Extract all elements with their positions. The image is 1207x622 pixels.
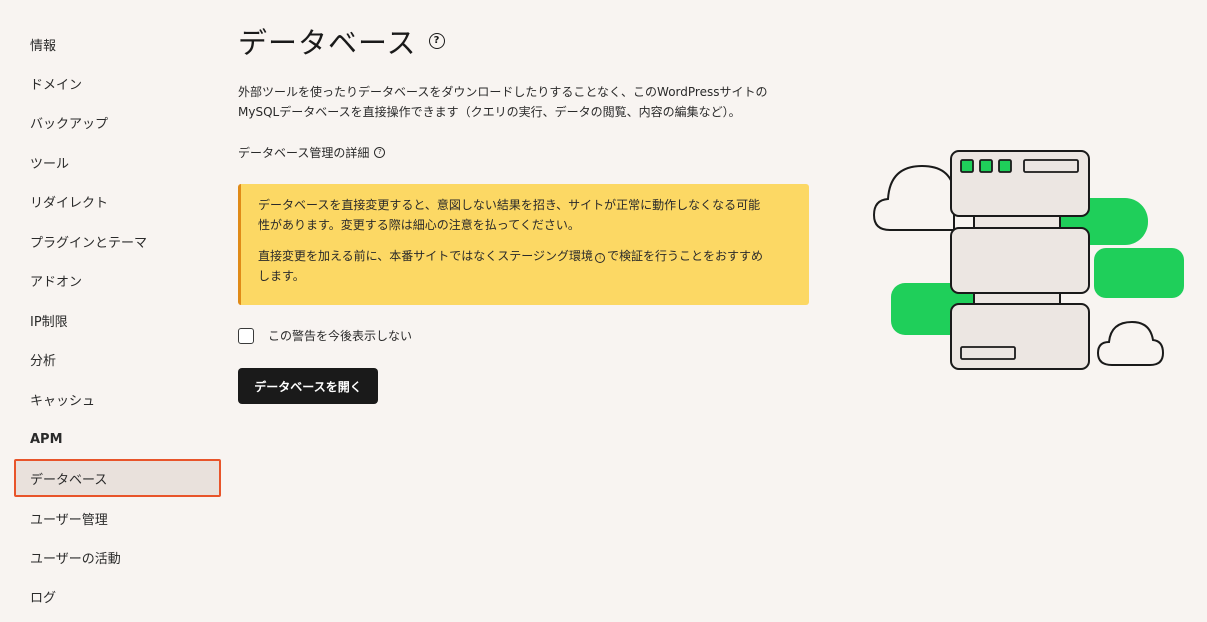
sidebar-item-backups[interactable]: バックアップ bbox=[14, 104, 221, 140]
indicator-light bbox=[960, 159, 974, 173]
sidebar-item-logs[interactable]: ログ bbox=[14, 578, 221, 614]
database-details-link[interactable]: データベース管理の詳細 ? bbox=[238, 144, 386, 161]
warning-text: します。 bbox=[258, 269, 305, 283]
sidebar-item-user-management[interactable]: ユーザー管理 bbox=[14, 500, 221, 536]
sidebar-item-tools[interactable]: ツール bbox=[14, 144, 221, 180]
sidebar-item-plugins-themes[interactable]: プラグインとテーマ bbox=[14, 223, 221, 259]
cloud-shape bbox=[1096, 320, 1165, 366]
details-link-label: データベース管理の詳細 bbox=[238, 146, 370, 160]
indicator-light bbox=[998, 159, 1012, 173]
sidebar-item-analytics[interactable]: 分析 bbox=[14, 341, 221, 377]
warning-text: で検証を行うことをおすすめ bbox=[607, 249, 764, 263]
sidebar-item-user-activity[interactable]: ユーザーの活動 bbox=[14, 539, 221, 575]
sidebar-item-info[interactable]: 情報 bbox=[14, 26, 221, 62]
dont-show-warning-checkbox[interactable] bbox=[238, 327, 254, 344]
warning-paragraph-2: 直接変更を加える前に、本番サイトではなくステージング環境 i で検証を行うことをおす… bbox=[258, 246, 793, 286]
sidebar-nav: 情報 ドメイン バックアップ ツール リダイレクト プラグインとテーマ アドオン… bbox=[0, 0, 225, 622]
info-icon[interactable]: i bbox=[595, 253, 606, 263]
sidebar-item-domains[interactable]: ドメイン bbox=[14, 65, 221, 101]
indicator-light bbox=[979, 159, 993, 173]
help-icon[interactable]: ? bbox=[428, 33, 445, 49]
open-database-button[interactable]: データベースを開く bbox=[238, 368, 378, 404]
green-glow bbox=[1094, 248, 1184, 298]
sidebar-item-redirects[interactable]: リダイレクト bbox=[14, 183, 221, 219]
sidebar-item-addons[interactable]: アドオン bbox=[14, 262, 221, 298]
server-unit bbox=[950, 227, 1090, 294]
warning-paragraph-1: データベースを直接変更すると、意図しない結果を招き、サイトが正常に動作しなくなる… bbox=[258, 195, 793, 235]
sidebar-item-database[interactable]: データベース bbox=[14, 459, 221, 497]
title-row: データベース ? bbox=[238, 20, 445, 62]
description-line-1: 外部ツールを使ったりデータベースをダウンロードしたりすることなく、このWordP… bbox=[238, 85, 768, 99]
sidebar-item-ip-deny[interactable]: IP制限 bbox=[14, 302, 221, 338]
warning-text: 直接変更を加える前に、本番サイトではなくステージング環境 bbox=[258, 249, 594, 263]
help-icon: ? bbox=[374, 147, 386, 158]
warning-box: データベースを直接変更すると、意図しない結果を招き、サイトが正常に動作しなくなる… bbox=[238, 184, 809, 305]
warning-text: データベースを直接変更すると、意図しない結果を招き、サイトが正常に動作しなくなる… bbox=[258, 198, 761, 212]
database-server-illustration bbox=[872, 150, 1184, 370]
warning-text: 性があります。変更する際は細心の注意を払ってください。 bbox=[258, 218, 580, 232]
cloud-shape bbox=[872, 164, 955, 231]
server-slot bbox=[960, 346, 1016, 360]
description-line-2: MySQLデータベースを直接操作できます（クエリの実行、データの閲覧、内容の編集… bbox=[238, 105, 741, 119]
sidebar-item-cache[interactable]: キャッシュ bbox=[14, 381, 221, 417]
dont-show-warning-row: この警告を今後表示しない bbox=[238, 327, 412, 344]
sidebar-item-apm[interactable]: APM bbox=[14, 421, 221, 457]
page-description: 外部ツールを使ったりデータベースをダウンロードしたりすることなく、このWordP… bbox=[238, 82, 808, 122]
page-title: データベース bbox=[238, 26, 417, 60]
dont-show-warning-label[interactable]: この警告を今後表示しない bbox=[268, 327, 412, 344]
server-slot bbox=[1023, 159, 1079, 173]
